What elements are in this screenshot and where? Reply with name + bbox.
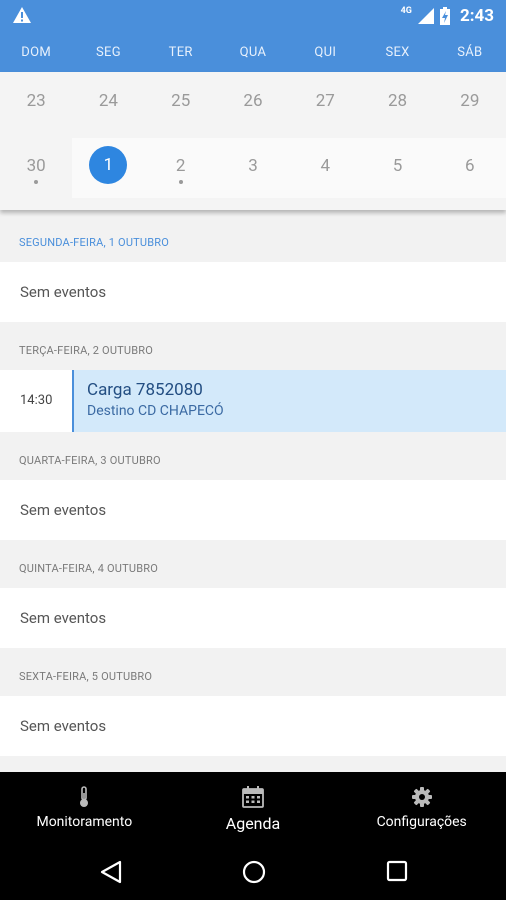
calendar-day[interactable]: 5 xyxy=(361,138,433,198)
calendar-day[interactable]: 6 xyxy=(434,138,506,198)
weekday-label: QUI xyxy=(314,44,337,60)
warning-icon xyxy=(13,7,31,23)
weekday-label: SEG xyxy=(95,44,121,60)
status-bar: 4G 2:43 xyxy=(0,0,506,32)
calendar-day-selected[interactable]: 1 xyxy=(72,138,144,198)
recents-icon[interactable] xyxy=(386,860,408,882)
back-icon[interactable] xyxy=(100,860,122,884)
nav-label: Configurações xyxy=(376,814,467,830)
weekday-header: DOM SEG TER QUA QUI SEX SÁB xyxy=(0,32,506,72)
calendar-day[interactable]: 29 xyxy=(434,72,506,134)
calendar-day[interactable]: 30 xyxy=(0,138,72,198)
calendar-day[interactable]: 28 xyxy=(361,72,433,134)
month-calendar: 23 24 25 26 27 28 29 30 1 2 3 4 5 6 xyxy=(0,72,506,210)
battery-icon xyxy=(439,7,450,25)
top-bar: 4G 2:43 DOM SEG TER QUA QUI SEX SÁB xyxy=(0,0,506,72)
nav-monitoramento[interactable]: Monitoramento xyxy=(0,772,169,844)
status-clock: 2:43 xyxy=(459,6,494,26)
calendar-week-row: 23 24 25 26 27 28 29 xyxy=(0,72,506,134)
thermometer-icon xyxy=(80,786,89,807)
nav-configuracoes[interactable]: Configurações xyxy=(337,772,506,844)
system-navigation-bar xyxy=(0,844,506,900)
calendar-day[interactable]: 26 xyxy=(217,72,289,134)
no-events-item[interactable]: Sem eventos xyxy=(0,480,506,540)
agenda-day-header: QUINTA-FEIRA, 4 OUTUBRO xyxy=(19,562,159,575)
nav-agenda[interactable]: Agenda xyxy=(169,772,338,844)
calendar-day[interactable]: 23 xyxy=(0,72,72,134)
nav-label: Monitoramento xyxy=(36,814,133,830)
calendar-day[interactable]: 2 xyxy=(145,138,217,198)
calendar-icon xyxy=(242,786,264,808)
calendar-day[interactable]: 24 xyxy=(72,72,144,134)
event-item[interactable]: 14:30 Carga 7852080 Destino CD CHAPECÓ xyxy=(0,370,506,432)
calendar-week-row: 30 1 2 3 4 5 6 xyxy=(0,134,506,198)
weekday-label: QUA xyxy=(239,44,267,60)
event-indicator-dot xyxy=(34,180,39,184)
bottom-navigation: Monitoramento Agenda Configurações xyxy=(0,772,506,844)
weekday-label: DOM xyxy=(21,44,51,60)
weekday-label: TER xyxy=(168,44,193,60)
event-time: 14:30 xyxy=(20,393,53,408)
nav-label: Agenda xyxy=(225,814,281,833)
event-indicator-dot xyxy=(178,180,183,184)
calendar-day[interactable]: 25 xyxy=(145,72,217,134)
weekday-label: SEX xyxy=(385,44,410,60)
agenda-day-header: SEGUNDA-FEIRA, 1 OUTUBRO xyxy=(19,236,170,249)
agenda-day-header: SEXTA-FEIRA, 5 OUTUBRO xyxy=(19,670,153,683)
gear-icon xyxy=(411,787,432,807)
weekday-label: SÁB xyxy=(457,44,483,60)
event-subtitle: Destino CD CHAPECÓ xyxy=(87,403,224,419)
no-events-item[interactable]: Sem eventos xyxy=(0,262,506,322)
calendar-day[interactable]: 3 xyxy=(217,138,289,198)
network-type-label: 4G xyxy=(400,6,412,16)
home-icon[interactable] xyxy=(242,860,266,884)
agenda-list[interactable]: SEGUNDA-FEIRA, 1 OUTUBRO Sem eventos TER… xyxy=(0,214,506,772)
calendar-day[interactable]: 27 xyxy=(289,72,361,134)
event-card[interactable]: Carga 7852080 Destino CD CHAPECÓ xyxy=(72,370,506,432)
calendar-day-number: 1 xyxy=(89,146,128,184)
signal-icon xyxy=(417,8,434,24)
calendar-day-number: 30 xyxy=(26,156,46,176)
agenda-day-header: QUARTA-FEIRA, 3 OUTUBRO xyxy=(19,454,161,467)
calendar-day[interactable]: 4 xyxy=(289,138,361,198)
no-events-item[interactable]: Sem eventos xyxy=(0,588,506,648)
no-events-item[interactable]: Sem eventos xyxy=(0,696,506,756)
calendar-day-number: 2 xyxy=(175,156,186,176)
agenda-day-header: TERÇA-FEIRA, 2 OUTUBRO xyxy=(19,344,154,357)
event-title: Carga 7852080 xyxy=(87,380,203,400)
